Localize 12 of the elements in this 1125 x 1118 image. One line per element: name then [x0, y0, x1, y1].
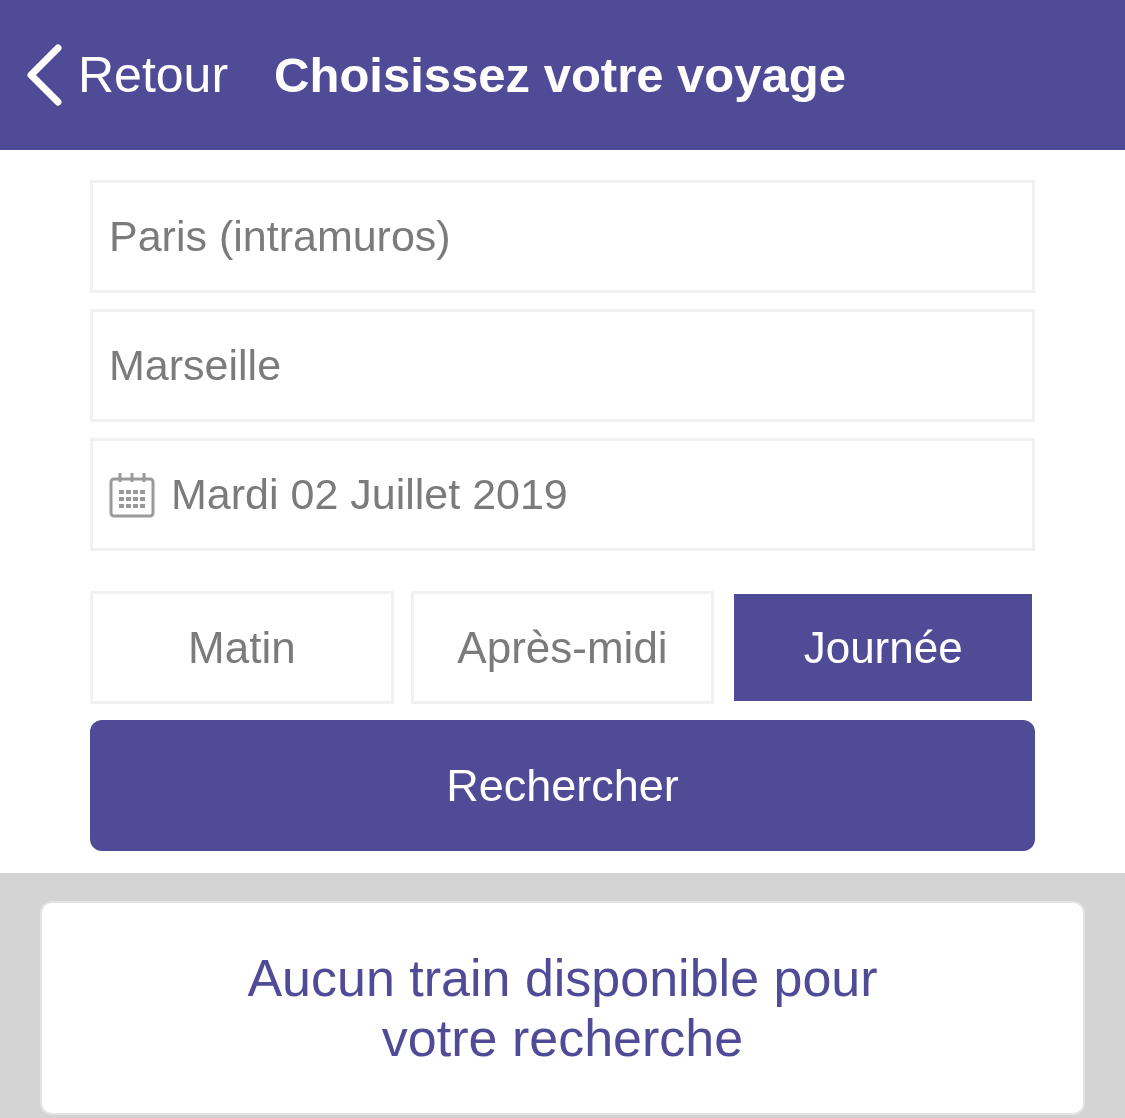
no-results-message: Aucun train disponible pour votre recherche [246, 948, 879, 1068]
chevron-left-icon [26, 44, 62, 106]
calendar-icon [109, 471, 155, 518]
period-tab[interactable]: Après-midi [410, 591, 715, 704]
back-button[interactable]: Retour [26, 44, 229, 106]
search-button[interactable]: Rechercher [90, 720, 1035, 851]
period-tab[interactable]: Journée [731, 591, 1035, 704]
input-field[interactable]: Paris (intramuros) [90, 180, 1035, 293]
date-field[interactable]: Mardi 02 Juillet 2019 [90, 438, 1035, 551]
period-tab[interactable]: Matin [90, 591, 394, 704]
page-title: Choisissez votre voyage [274, 47, 846, 103]
input-field[interactable]: Marseille [90, 309, 1035, 422]
